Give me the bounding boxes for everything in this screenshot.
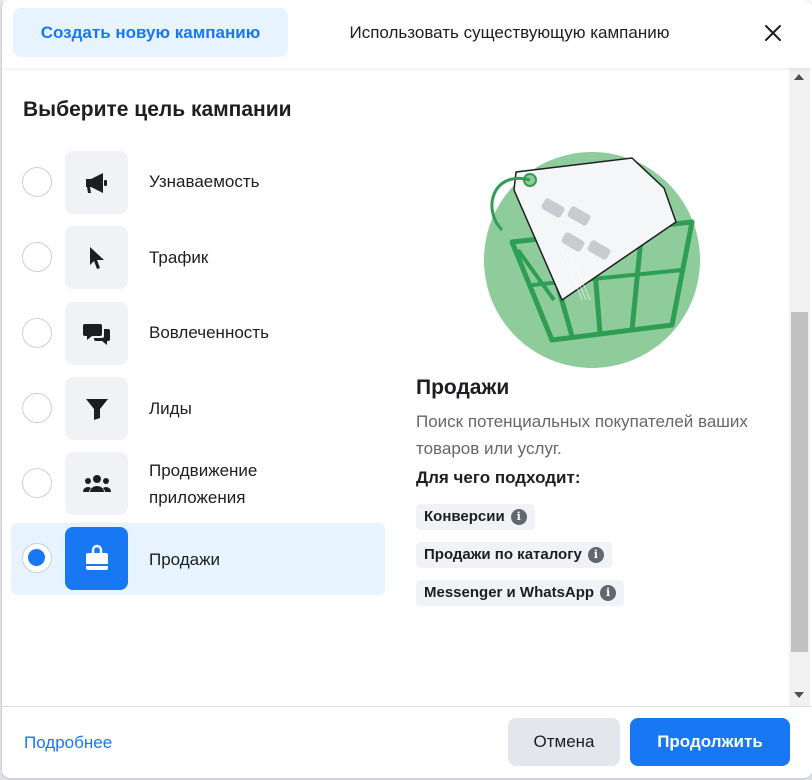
campaign-dialog: Создать новую кампанию Использовать суще…	[2, 0, 812, 778]
filter-icon	[85, 398, 108, 420]
radio-sales[interactable]	[22, 543, 52, 573]
info-icon[interactable]: i	[600, 585, 617, 601]
objective-awareness[interactable]: Узнаваемость	[11, 147, 385, 219]
close-button[interactable]	[756, 16, 790, 50]
scroll-up-arrow[interactable]	[794, 74, 804, 80]
scrollbar[interactable]	[789, 68, 810, 706]
objective-engagement[interactable]: Вовлеченность	[11, 298, 385, 370]
radio-awareness[interactable]	[22, 167, 52, 197]
radio-leads[interactable]	[22, 393, 52, 423]
shopping-bag-icon	[85, 544, 108, 570]
megaphone-icon	[85, 172, 107, 193]
page-title: Выберите цель кампании	[23, 98, 292, 121]
objective-label: Трафик	[149, 248, 209, 267]
radio-engagement[interactable]	[22, 318, 52, 348]
chip-messenger-whatsapp: Messenger и WhatsApp i	[416, 580, 625, 606]
objective-label: Вовлеченность	[149, 323, 269, 342]
dialog-footer: Подробнее Отмена Продолжить	[2, 706, 812, 778]
info-icon[interactable]: i	[587, 547, 604, 563]
objective-sales[interactable]: Продажи	[11, 523, 385, 595]
tab-create-new-campaign[interactable]: Создать новую кампанию	[13, 8, 288, 57]
objective-icon-box	[65, 302, 128, 365]
objective-app-promotion[interactable]: Продвижение приложения	[11, 448, 385, 520]
objective-detail-description: Поиск потенциальных покупателей ваших то…	[416, 412, 748, 458]
close-icon	[765, 25, 781, 41]
objective-label: Узнаваемость	[149, 172, 260, 191]
objective-label: Продажи	[149, 550, 220, 569]
objective-leads[interactable]: Лиды	[11, 373, 385, 445]
people-icon	[82, 474, 111, 492]
chip-label: Messenger и WhatsApp	[424, 584, 595, 601]
objective-suitable-for-label: Для чего подходит:	[416, 468, 581, 487]
chat-bubbles-icon	[82, 323, 110, 345]
radio-app-promotion[interactable]	[22, 468, 52, 498]
cursor-icon	[89, 246, 104, 269]
chip-label: Конверсии	[424, 508, 505, 525]
objective-detail-title: Продажи	[416, 376, 510, 399]
scroll-thumb[interactable]	[791, 312, 808, 652]
learn-more-link[interactable]: Подробнее	[24, 733, 112, 753]
objective-label: Продвижение приложения	[149, 461, 258, 507]
cancel-button[interactable]: Отмена	[508, 718, 620, 766]
chip-label: Продажи по каталогу	[424, 546, 582, 563]
sales-illustration	[484, 152, 700, 368]
objective-icon-box	[65, 151, 128, 214]
radio-traffic[interactable]	[22, 242, 52, 272]
info-icon[interactable]: i	[510, 509, 527, 525]
chip-conversions: Конверсии i	[416, 504, 535, 530]
continue-button[interactable]: Продолжить	[630, 718, 790, 766]
objective-icon-box	[65, 226, 128, 289]
objective-icon-box	[65, 527, 128, 590]
objective-icon-box	[65, 377, 128, 440]
objective-label: Лиды	[149, 399, 192, 418]
scroll-down-arrow[interactable]	[794, 692, 804, 698]
dialog-header: Создать новую кампанию Использовать суще…	[2, 0, 812, 68]
objective-traffic[interactable]: Трафик	[11, 222, 385, 294]
objective-icon-box	[65, 452, 128, 515]
tab-use-existing-campaign[interactable]: Использовать существующую кампанию	[312, 8, 707, 57]
chip-catalog-sales: Продажи по каталогу i	[416, 542, 612, 568]
